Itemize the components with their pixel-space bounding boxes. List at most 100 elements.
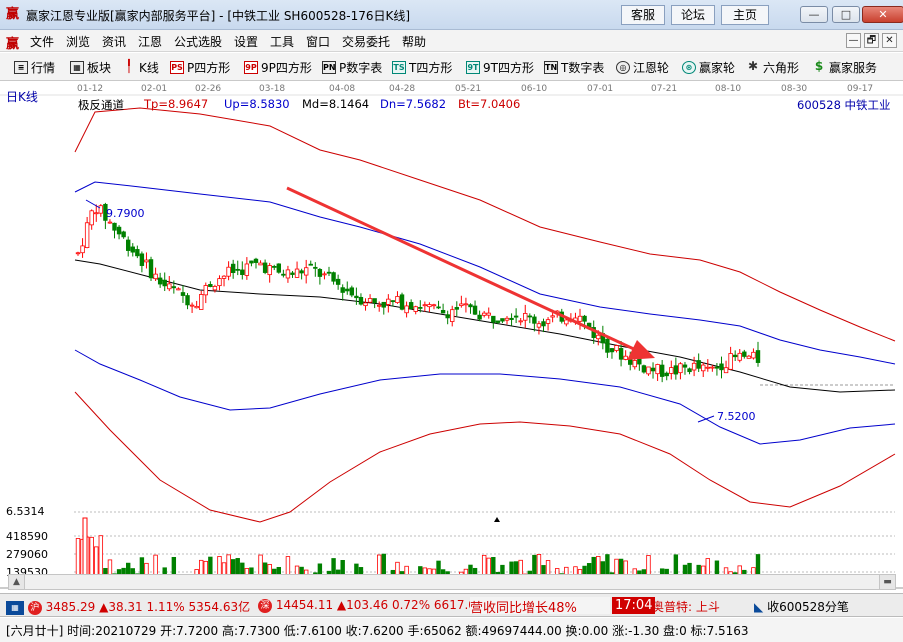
date-tick: 01-12 [77,84,104,94]
candle-body [372,298,377,304]
tool-t-square[interactable]: TS T四方形 [392,58,452,76]
candle-body [258,262,263,266]
candle-body [367,298,373,303]
sz-index-group[interactable]: 深 14454.11 ▲103.46 0.72% 6617.09 [258,598,484,613]
candle-body [450,309,455,322]
sh-badge-icon: 沪 [27,600,42,615]
date-tick: 03-18 [259,84,286,94]
close-button[interactable]: ✕ [862,6,903,23]
sh-change: ▲38.31 [99,600,143,614]
candle-body [678,363,683,374]
candle-body [509,317,514,320]
candle-body [203,285,208,296]
tool-winner-service[interactable]: $ 赢家服务 [812,58,877,76]
menu-formula-screen[interactable]: 公式选股 [174,33,222,50]
menu-window[interactable]: 窗口 [306,33,330,50]
candle-body [614,345,619,351]
candle-body [705,366,710,369]
mdi-close-button[interactable]: ✕ [882,33,897,48]
candle-body [272,265,277,268]
candle-body [358,296,364,305]
tool-hexagon[interactable]: ✱ 六角形 [746,58,799,76]
kline-chart[interactable]: 9.7900 7.5200 [0,82,903,592]
date-tick: 06-10 [521,84,548,94]
candle-body [659,364,665,377]
candle-body [290,272,295,275]
blocks-icon: ▦ [70,60,84,74]
candle-body [545,319,551,324]
menu-help[interactable]: 帮助 [402,33,426,50]
candle-body [221,275,227,279]
news-headline[interactable]: 奥普特: 上斗 [652,598,720,615]
scroll-right-button[interactable]: ▬ [879,575,895,589]
candle-body [431,304,437,307]
menu-settings[interactable]: 设置 [234,33,258,50]
market-status-bar: ▦ 沪 3485.29 ▲38.31 1.11% 5354.63亿 深 1445… [0,593,903,617]
news-ticker[interactable]: 营收同比增长48% [470,597,610,614]
chart-area[interactable]: 9.7900 7.5200 日K线 01-12 02-01 02-26 03-18… [0,82,903,592]
tool-gann-wheel-label: 江恩轮 [633,60,670,75]
candle-body [655,364,660,375]
minimize-button[interactable]: — [800,6,828,23]
candle-body [422,304,428,307]
candle-body [541,321,546,327]
tool-winner-wheel[interactable]: ⊛ 赢家轮 [682,58,735,76]
candle-body [472,305,478,315]
toolbar: ≡ 行情 ▦ 板块 ╿ K线 PS P四方形 9P 9P四方形 PN P数字表 … [0,53,903,81]
candle-body [719,363,724,371]
tool-quotes[interactable]: ≡ 行情 [14,58,55,76]
mdi-minimize-button[interactable]: — [846,33,861,48]
menu-browse[interactable]: 浏览 [66,33,90,50]
tool-kline[interactable]: ╿ K线 [122,58,159,76]
menu-news[interactable]: 资讯 [102,33,126,50]
receive-status: ◣ 收600528分笔 [754,598,849,615]
sz-change: ▲103.46 [336,598,389,612]
menu-trade[interactable]: 交易委托 [342,33,390,50]
tool-9p-square[interactable]: 9P 9P四方形 [244,58,312,76]
candle-body [180,292,186,296]
candle-body [404,305,409,314]
candle-body [486,312,491,316]
candle-body [742,351,747,357]
tool-p-number[interactable]: PN P数字表 [322,58,382,76]
tool-t-number[interactable]: TN T数字表 [544,58,604,76]
candle-body [445,314,450,319]
candle-body [139,253,145,266]
tool-sectors-label: 板块 [87,60,112,75]
tool-winner-service-label: 赢家服务 [829,60,878,75]
candlestick-icon: ╿ [125,58,133,73]
trend-arrow [286,186,637,352]
candle-body [691,362,697,371]
indicator-dn: Dn=7.5682 [380,97,447,111]
candle-body [532,316,537,324]
tool-sectors[interactable]: ▦ 板块 [70,58,111,76]
date-tick: 08-10 [715,84,742,94]
forum-link[interactable]: 论坛 [671,5,715,25]
customer-service-link[interactable]: 客服 [621,5,665,25]
maximize-button[interactable]: □ [832,6,860,23]
indicator-name: 极反通道 [78,98,124,112]
candle-body [363,302,368,307]
sh-index-group[interactable]: ▦ 沪 3485.29 ▲38.31 1.11% 5354.63亿 [6,598,250,615]
tool-9t-square[interactable]: 9T 9T四方形 [466,58,534,76]
candle-body [504,317,510,321]
candle-body [267,265,272,276]
candle-body [390,300,396,303]
menu-file[interactable]: 文件 [30,33,54,50]
menu-tools[interactable]: 工具 [270,33,294,50]
candle-body [354,295,359,299]
menu-gann[interactable]: 江恩 [138,33,162,50]
menu-bar: 赢 文件 浏览 资讯 江恩 公式选股 设置 工具 窗口 交易委托 帮助 — 🗗 … [0,30,903,52]
chart-scrollbar[interactable]: ▲ ▬ [8,574,896,590]
mdi-restore-button[interactable]: 🗗 [864,33,879,48]
volume-axis-label: 279060 [6,548,48,561]
scroll-left-button[interactable]: ▲ [9,575,25,589]
candle-body [148,259,154,279]
homepage-link[interactable]: 主页 [721,5,769,25]
candle-body [94,212,99,215]
tool-p-square[interactable]: PS P四方形 [170,58,230,76]
dollar-icon: $ [814,58,824,73]
tool-gann-wheel[interactable]: ◎ 江恩轮 [616,58,669,76]
candle-body [144,259,149,263]
candle-body [185,295,190,306]
